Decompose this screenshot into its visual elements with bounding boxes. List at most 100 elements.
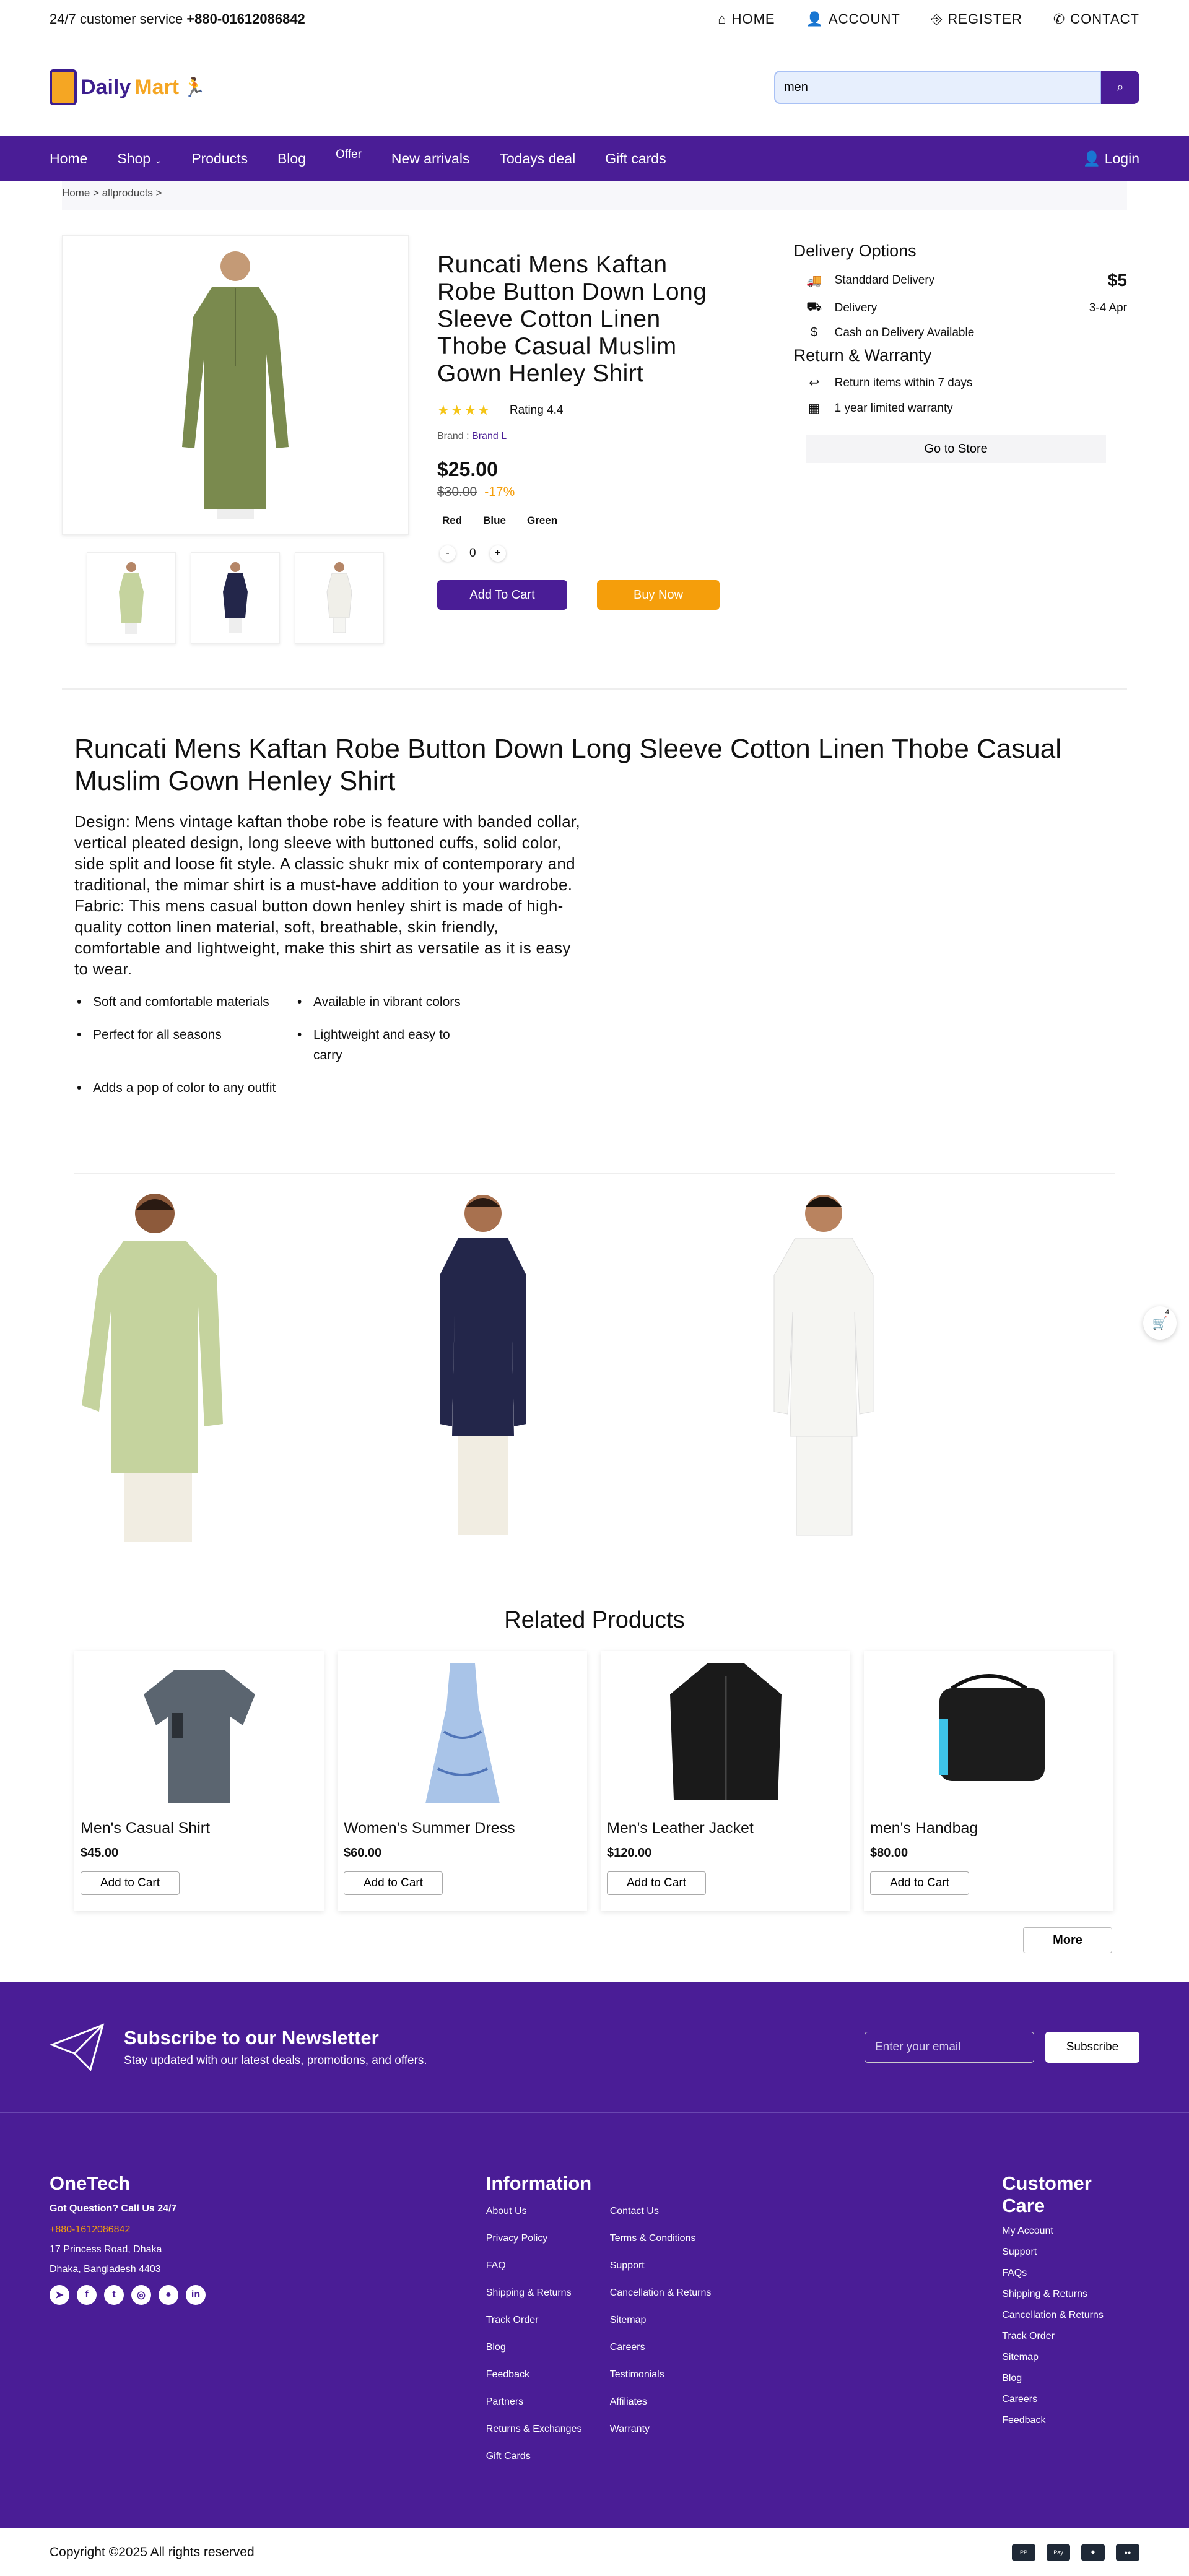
user-icon: 👤 [806, 11, 824, 27]
brand-link[interactable]: Brand L [472, 431, 507, 441]
footer-link[interactable]: About Us [486, 2206, 610, 2217]
footer-link[interactable]: Support [610, 2260, 734, 2271]
footer-link[interactable]: Shipping & Returns [1002, 2289, 1139, 2300]
product-card-name[interactable]: Women's Summer Dress [344, 1819, 581, 1837]
subscribe-button[interactable]: Subscribe [1045, 2032, 1139, 2063]
footer-link[interactable]: Shipping & Returns [486, 2288, 610, 2299]
nav-blog[interactable]: Blog [277, 150, 306, 167]
linkedin-icon[interactable]: in [186, 2285, 206, 2305]
footer-link[interactable]: Careers [1002, 2394, 1139, 2405]
thumbnail-2[interactable] [191, 552, 280, 644]
footer-link[interactable]: Cancellation & Returns [1002, 2310, 1139, 2321]
phone-icon: ✆ [1053, 11, 1066, 27]
main-product-image[interactable] [62, 235, 409, 535]
add-to-cart-button[interactable]: Add to Cart [607, 1871, 706, 1895]
rating: ★★★★ Rating 4.4 [437, 402, 724, 418]
facebook-icon[interactable]: f [77, 2285, 97, 2305]
color-option-red[interactable]: Red [442, 514, 462, 527]
footer-link[interactable]: My Account [1002, 2226, 1139, 2237]
footer-link[interactable]: Returns & Exchanges [486, 2424, 610, 2435]
product-card-name[interactable]: Men's Casual Shirt [81, 1819, 318, 1837]
header: DailyMart 🏃 ⌕ [0, 38, 1189, 136]
instagram-icon[interactable]: ◎ [131, 2285, 151, 2305]
product-card[interactable]: Men's Leather Jacket $120.00 Add to Cart [601, 1651, 850, 1911]
add-to-cart-button[interactable]: Add to Cart [81, 1871, 180, 1895]
product-card[interactable]: men's Handbag $80.00 Add to Cart [864, 1651, 1113, 1911]
thumbnail-1[interactable] [87, 552, 176, 644]
color-option-blue[interactable]: Blue [483, 514, 506, 527]
top-link-contact[interactable]: ✆ CONTACT [1053, 11, 1139, 27]
footer-link[interactable]: Track Order [486, 2315, 610, 2326]
product-title: Runcati Mens Kaftan Robe Button Down Lon… [437, 251, 707, 387]
add-to-cart-button[interactable]: Add To Cart [437, 580, 567, 610]
go-to-store-button[interactable]: Go to Store [806, 435, 1106, 463]
floating-cart-button[interactable]: 🛒 4 [1143, 1306, 1177, 1340]
logo[interactable]: Daily Mart 🏃 [50, 69, 206, 105]
more-button[interactable]: More [1023, 1927, 1112, 1953]
login-link[interactable]: 👤 Login [1083, 150, 1139, 167]
footer-link[interactable]: Feedback [486, 2369, 610, 2380]
copyright-text: Copyright ©2025 All rights reserved [50, 2544, 255, 2559]
footer-link[interactable]: Sitemap [1002, 2352, 1139, 2363]
nav-offer[interactable]: Offer [336, 148, 362, 162]
product-card-name[interactable]: Men's Leather Jacket [607, 1819, 844, 1837]
github-icon[interactable]: ● [159, 2285, 178, 2305]
email-field[interactable] [865, 2032, 1034, 2063]
footer-link[interactable]: Support [1002, 2247, 1139, 2258]
footer-link[interactable]: Sitemap [610, 2315, 734, 2326]
footer-link[interactable]: FAQs [1002, 2268, 1139, 2279]
color-option-green[interactable]: Green [527, 514, 557, 527]
search-bar: ⌕ [774, 71, 1139, 104]
nav-gift-cards[interactable]: Gift cards [605, 150, 666, 167]
footer-link[interactable]: Warranty [610, 2424, 734, 2435]
footer-link[interactable]: Blog [1002, 2373, 1139, 2384]
shirt-image [143, 1670, 255, 1803]
nav-home[interactable]: Home [50, 150, 87, 167]
search-input[interactable] [774, 71, 1101, 104]
nav-products[interactable]: Products [191, 150, 248, 167]
star-rating-icon: ★★★★ [437, 402, 491, 418]
product-card-price: $60.00 [344, 1846, 382, 1860]
footer-link[interactable]: Contact Us [610, 2206, 734, 2217]
search-button[interactable]: ⌕ [1101, 71, 1139, 104]
add-to-cart-button[interactable]: Add to Cart [870, 1871, 969, 1895]
footer-link[interactable]: Track Order [1002, 2331, 1139, 2342]
top-link-home[interactable]: ⌂ HOME [718, 11, 775, 27]
thumbnail-3[interactable] [295, 552, 384, 644]
footer-link[interactable]: Blog [486, 2342, 610, 2353]
nav-shop[interactable]: Shop ⌄ [117, 150, 162, 167]
nav-todays-deal[interactable]: Todays deal [499, 150, 575, 167]
top-link-account[interactable]: 👤 ACCOUNT [806, 11, 900, 27]
buy-now-button[interactable]: Buy Now [597, 580, 720, 610]
footer-link[interactable]: Cancellation & Returns [610, 2288, 734, 2299]
footer-link[interactable]: Terms & Conditions [610, 2233, 734, 2244]
footer-link[interactable]: Partners [486, 2396, 610, 2408]
product-card[interactable]: Women's Summer Dress $60.00 Add to Cart [338, 1651, 587, 1911]
delivery-row-cod: $ Cash on Delivery Available [794, 326, 1127, 340]
footer-phone[interactable]: +880-1612086842 [50, 2224, 486, 2236]
twitter-icon[interactable]: t [104, 2285, 124, 2305]
telegram-icon[interactable]: ➤ [50, 2285, 69, 2305]
product-card[interactable]: Men's Casual Shirt $45.00 Add to Cart [74, 1651, 324, 1911]
qty-minus-button[interactable]: - [440, 545, 456, 562]
footer-link[interactable]: Affiliates [610, 2396, 734, 2408]
warranty-row: ▦ 1 year limited warranty [794, 401, 1127, 416]
footer-information: Information About Us Contact Us Privacy … [486, 2172, 1002, 2462]
footer-link[interactable]: Gift Cards [486, 2451, 610, 2462]
footer-brand: OneTech [50, 2172, 131, 2194]
feature-item: Adds a pop of color to any outfit [74, 1078, 295, 1098]
delivery-panel: Delivery Options 🚚 Standdard Delivery $5 ⛟… [785, 235, 1127, 644]
footer-link[interactable]: Careers [610, 2342, 734, 2353]
nav-new-arrivals[interactable]: New arrivals [391, 150, 470, 167]
qty-plus-button[interactable]: + [490, 545, 506, 562]
product-section: Runcati Mens Kaftan Robe Button Down Lon… [0, 210, 1189, 688]
color-options: Red Blue Green [437, 514, 724, 527]
add-to-cart-button[interactable]: Add to Cart [344, 1871, 443, 1895]
product-card-name[interactable]: men's Handbag [870, 1819, 1107, 1837]
footer-link[interactable]: Feedback [1002, 2415, 1139, 2426]
footer-link[interactable]: Privacy Policy [486, 2233, 610, 2244]
user-add-icon: 👤 [1082, 150, 1101, 167]
footer-link[interactable]: FAQ [486, 2260, 610, 2271]
footer-link[interactable]: Testimonials [610, 2369, 734, 2380]
top-link-register[interactable]: ⎆ REGISTER [931, 11, 1022, 27]
